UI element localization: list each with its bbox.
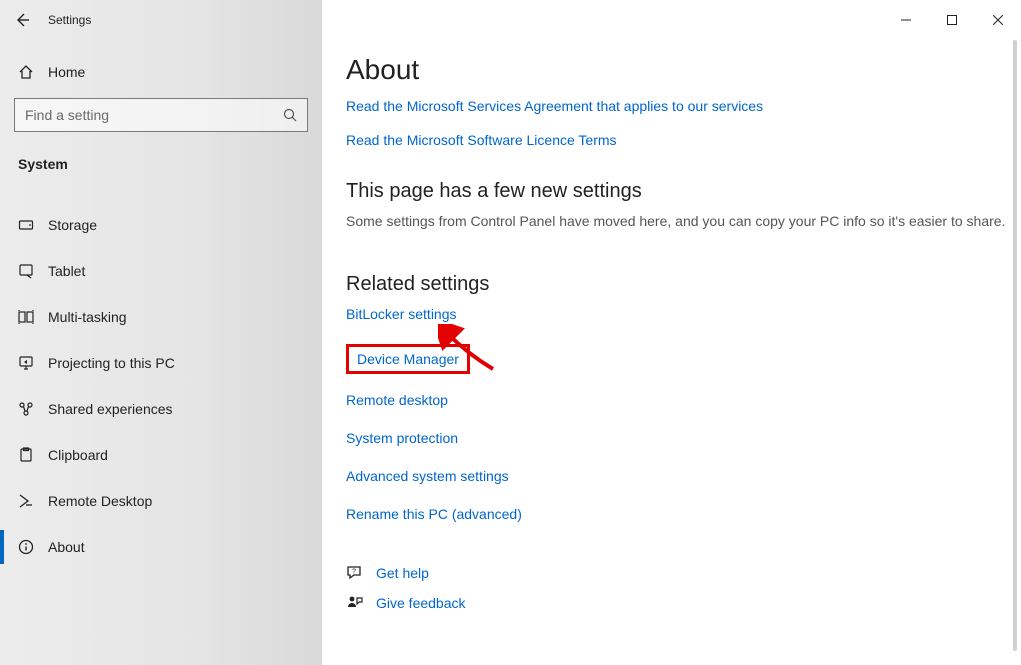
sidebar-item-about[interactable]: About [0, 524, 322, 570]
svg-text:?: ? [352, 569, 356, 576]
link-licence-terms[interactable]: Read the Microsoft Software Licence Term… [346, 132, 617, 148]
sidebar-nav-list: Storage Tablet Multi-tasking Projecting … [0, 202, 322, 570]
sidebar-item-clipboard[interactable]: Clipboard [0, 432, 322, 478]
sidebar-home-label: Home [48, 64, 85, 80]
clipboard-icon [18, 447, 44, 463]
link-remote-desktop[interactable]: Remote desktop [346, 392, 1021, 408]
support-give-feedback-label: Give feedback [376, 595, 466, 611]
info-icon [18, 539, 44, 555]
sidebar-item-shared-experiences[interactable]: Shared experiences [0, 386, 322, 432]
heading-related-settings: Related settings [346, 273, 1021, 296]
window-title: Settings [48, 13, 91, 27]
sidebar-item-remote-desktop[interactable]: Remote Desktop [0, 478, 322, 524]
sidebar-item-label: Shared experiences [48, 401, 173, 417]
link-services-agreement[interactable]: Read the Microsoft Services Agreement th… [346, 98, 763, 114]
sidebar-item-projecting[interactable]: Projecting to this PC [0, 340, 322, 386]
sidebar: Home System Storage Tablet Multi-ta [0, 0, 322, 665]
sidebar-item-label: Clipboard [48, 447, 108, 463]
sidebar-item-label: Remote Desktop [48, 493, 152, 509]
home-icon [18, 64, 44, 80]
multitasking-icon [18, 309, 44, 325]
link-advanced-system-settings[interactable]: Advanced system settings [346, 468, 1021, 484]
sidebar-item-label: Tablet [48, 263, 85, 279]
maximize-icon [947, 15, 957, 25]
help-icon: ? [346, 564, 376, 582]
link-system-protection[interactable]: System protection [346, 430, 1021, 446]
text-new-settings: Some settings from Control Panel have mo… [346, 213, 1006, 229]
sidebar-item-multitasking[interactable]: Multi-tasking [0, 294, 322, 340]
support-get-help-label: Get help [376, 565, 429, 581]
support-give-feedback[interactable]: Give feedback [346, 594, 1021, 612]
back-button[interactable] [0, 0, 44, 40]
minimize-icon [901, 15, 911, 25]
remote-desktop-icon [18, 493, 44, 509]
feedback-icon [346, 594, 376, 612]
sidebar-item-tablet[interactable]: Tablet [0, 248, 322, 294]
close-icon [993, 15, 1003, 25]
projecting-icon [18, 355, 44, 371]
minimize-button[interactable] [883, 4, 929, 36]
link-rename-pc-advanced[interactable]: Rename this PC (advanced) [346, 506, 1021, 522]
sidebar-item-label: Multi-tasking [48, 309, 127, 325]
link-bitlocker-settings[interactable]: BitLocker settings [346, 306, 1021, 322]
shared-experiences-icon [18, 401, 44, 417]
support-get-help[interactable]: ? Get help [346, 564, 1021, 582]
close-button[interactable] [975, 4, 1021, 36]
sidebar-item-label: Projecting to this PC [48, 355, 175, 371]
maximize-button[interactable] [929, 4, 975, 36]
sidebar-item-label: Storage [48, 217, 97, 233]
arrow-left-icon [14, 12, 30, 28]
scrollbar[interactable] [1013, 40, 1017, 651]
search-input-wrapper[interactable] [14, 98, 308, 132]
tablet-icon [18, 263, 44, 279]
sidebar-item-storage[interactable]: Storage [0, 202, 322, 248]
search-icon [283, 108, 297, 122]
sidebar-section-label: System [0, 140, 322, 180]
link-device-manager[interactable]: Device Manager [357, 351, 459, 367]
sidebar-home[interactable]: Home [0, 52, 322, 92]
heading-new-settings: This page has a few new settings [346, 180, 1021, 203]
page-title: About [346, 54, 1021, 86]
storage-icon [18, 217, 44, 233]
annotation-highlight-box: Device Manager [346, 344, 470, 374]
search-input[interactable] [25, 107, 297, 123]
content-pane: About Read the Microsoft Services Agreem… [322, 0, 1021, 665]
sidebar-item-label: About [48, 539, 85, 555]
